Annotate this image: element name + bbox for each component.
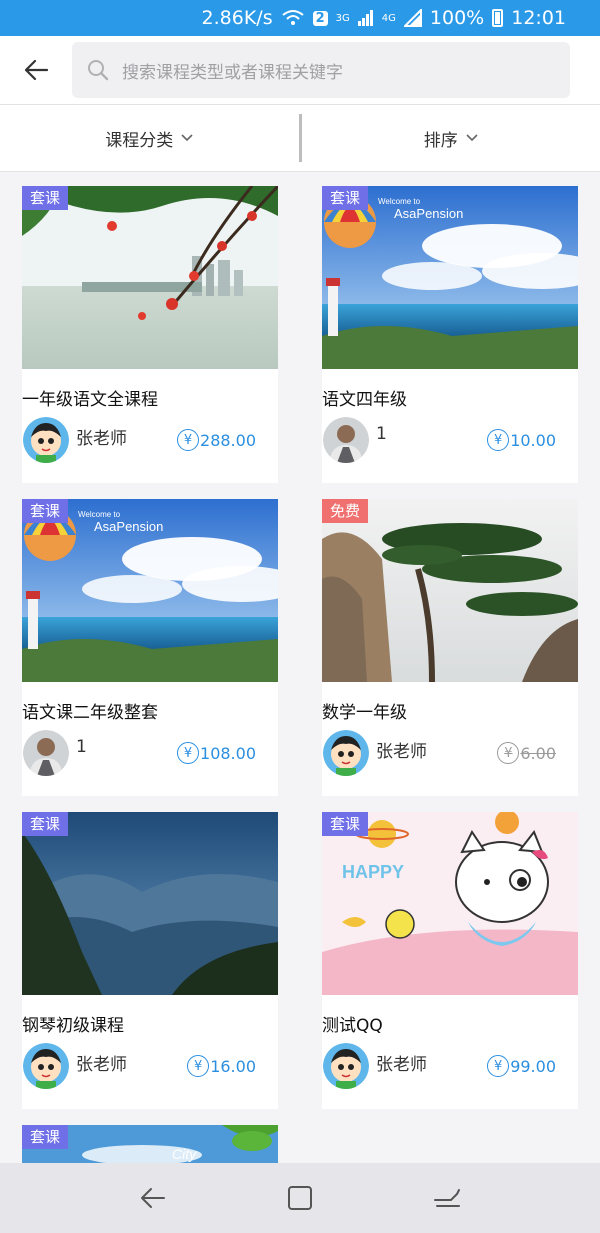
course-thumbnail: [22, 186, 278, 369]
nav-home-button[interactable]: [270, 1168, 330, 1228]
price-value: 108.00: [200, 743, 256, 763]
course-title: 语文四年级: [322, 390, 407, 410]
course-title: 钢琴初级课程: [22, 1016, 124, 1036]
category-filter[interactable]: 课程分类: [0, 105, 299, 171]
avatar: [323, 730, 369, 776]
sim-badge: 2: [312, 10, 328, 26]
image-caption: Welcome to: [78, 510, 121, 519]
course-price: ¥ 108.00: [177, 742, 256, 764]
yen-icon: ¥: [487, 1055, 510, 1077]
yen-icon: ¥: [487, 429, 510, 451]
course-tag: 套课: [322, 812, 369, 836]
avatar: [23, 1043, 69, 1089]
teacher-name: 1: [376, 424, 387, 444]
teacher-name: 张老师: [76, 1055, 127, 1075]
battery-icon: [492, 9, 504, 27]
course-thumbnail: [22, 812, 278, 995]
course-price: ¥ 288.00: [177, 429, 256, 451]
course-price-original: ¥ 6.00: [497, 742, 556, 764]
chevron-down-icon: [181, 131, 193, 146]
image-happy: HAPPY: [342, 862, 404, 882]
image-brand: AsaPension: [94, 519, 163, 534]
image-caption: Welcome to: [378, 197, 421, 206]
course-price: ¥ 10.00: [487, 429, 556, 451]
signal-icon: [357, 10, 374, 26]
nav-recents-button[interactable]: [417, 1168, 477, 1228]
course-title: 数学一年级: [322, 703, 407, 723]
category-filter-label: 课程分类: [105, 130, 174, 151]
home-square-icon: [287, 1186, 312, 1210]
teacher-name: 张老师: [376, 1055, 427, 1075]
course-tag: 套课: [22, 499, 69, 523]
yen-icon: ¥: [497, 742, 520, 764]
image-city: City: [172, 1146, 197, 1162]
price-value: 288.00: [200, 430, 256, 450]
sort-filter[interactable]: 排序: [302, 105, 600, 171]
system-nav-bar: [0, 1163, 600, 1233]
course-card[interactable]: Welcome to AsaPension 套课 语文四年级 1 ¥ 10.00: [322, 186, 578, 483]
wifi-icon: [281, 9, 305, 27]
yen-icon: ¥: [177, 429, 200, 451]
status-bar: 2.86K/s 2 3G 4G 100% 12:01: [0, 0, 600, 36]
course-card[interactable]: City 套课: [22, 1125, 278, 1163]
network-type-2: 4G: [381, 12, 396, 24]
course-card[interactable]: HAPPY 套课 测试QQ 张老师 ¥ 99.00: [322, 812, 578, 1109]
price-value: 99.00: [510, 1056, 556, 1076]
sort-filter-label: 排序: [423, 130, 458, 151]
course-title: 语文课二年级整套: [22, 703, 158, 723]
avatar: [323, 1043, 369, 1089]
course-thumbnail: Welcome to AsaPension: [22, 499, 278, 682]
back-icon: [141, 1188, 166, 1208]
header: 搜索课程类型或者课程关键字: [0, 36, 600, 104]
course-tag: 套课: [22, 186, 69, 210]
teacher-name: 张老师: [76, 429, 127, 449]
course-card[interactable]: Welcome to AsaPension 套课 语文课二年级整套 1 ¥ 10…: [22, 499, 278, 796]
avatar: [23, 417, 69, 463]
course-tag: 套课: [322, 186, 369, 210]
course-tag: 套课: [22, 1125, 69, 1149]
image-brand: AsaPension: [394, 206, 463, 221]
price-value: 10.00: [510, 430, 556, 450]
course-thumbnail: [322, 499, 578, 682]
signal-icon-2: [403, 9, 422, 27]
avatar: [323, 417, 369, 463]
nav-back-button[interactable]: [123, 1168, 183, 1228]
course-price: ¥ 16.00: [187, 1055, 256, 1077]
course-card[interactable]: 套课 钢琴初级课程 张老师 ¥ 16.00: [22, 812, 278, 1109]
course-thumbnail: HAPPY: [322, 812, 578, 995]
arrow-left-icon: [24, 59, 49, 81]
network-speed: 2.86K/s: [201, 7, 273, 29]
price-value: 6.00: [520, 743, 556, 763]
price-value: 16.00: [210, 1056, 256, 1076]
network-type-1: 3G: [335, 12, 350, 24]
course-card[interactable]: 免费 数学一年级 张老师 ¥ 6.00: [322, 499, 578, 796]
course-card[interactable]: 套课 一年级语文全课程 张老师 ¥ 288.00: [22, 186, 278, 483]
avatar: [23, 730, 69, 776]
teacher-name: 1: [76, 737, 87, 757]
clock: 12:01: [511, 7, 566, 29]
course-thumbnail: Welcome to AsaPension: [322, 186, 578, 369]
battery-percent: 100%: [429, 7, 485, 29]
course-title: 测试QQ: [322, 1016, 383, 1036]
filter-bar: 课程分类 排序: [0, 104, 600, 172]
search-icon: [88, 60, 109, 81]
teacher-name: 张老师: [376, 742, 427, 762]
recents-icon: [433, 1189, 460, 1207]
course-title: 一年级语文全课程: [22, 390, 158, 410]
chevron-down-icon: [466, 131, 478, 146]
yen-icon: ¥: [187, 1055, 210, 1077]
search-input[interactable]: 搜索课程类型或者课程关键字: [72, 42, 570, 98]
search-placeholder: 搜索课程类型或者课程关键字: [122, 62, 343, 83]
course-price: ¥ 99.00: [487, 1055, 556, 1077]
back-button[interactable]: [0, 36, 72, 104]
course-tag: 套课: [22, 812, 69, 836]
yen-icon: ¥: [177, 742, 200, 764]
course-tag: 免费: [322, 499, 369, 523]
